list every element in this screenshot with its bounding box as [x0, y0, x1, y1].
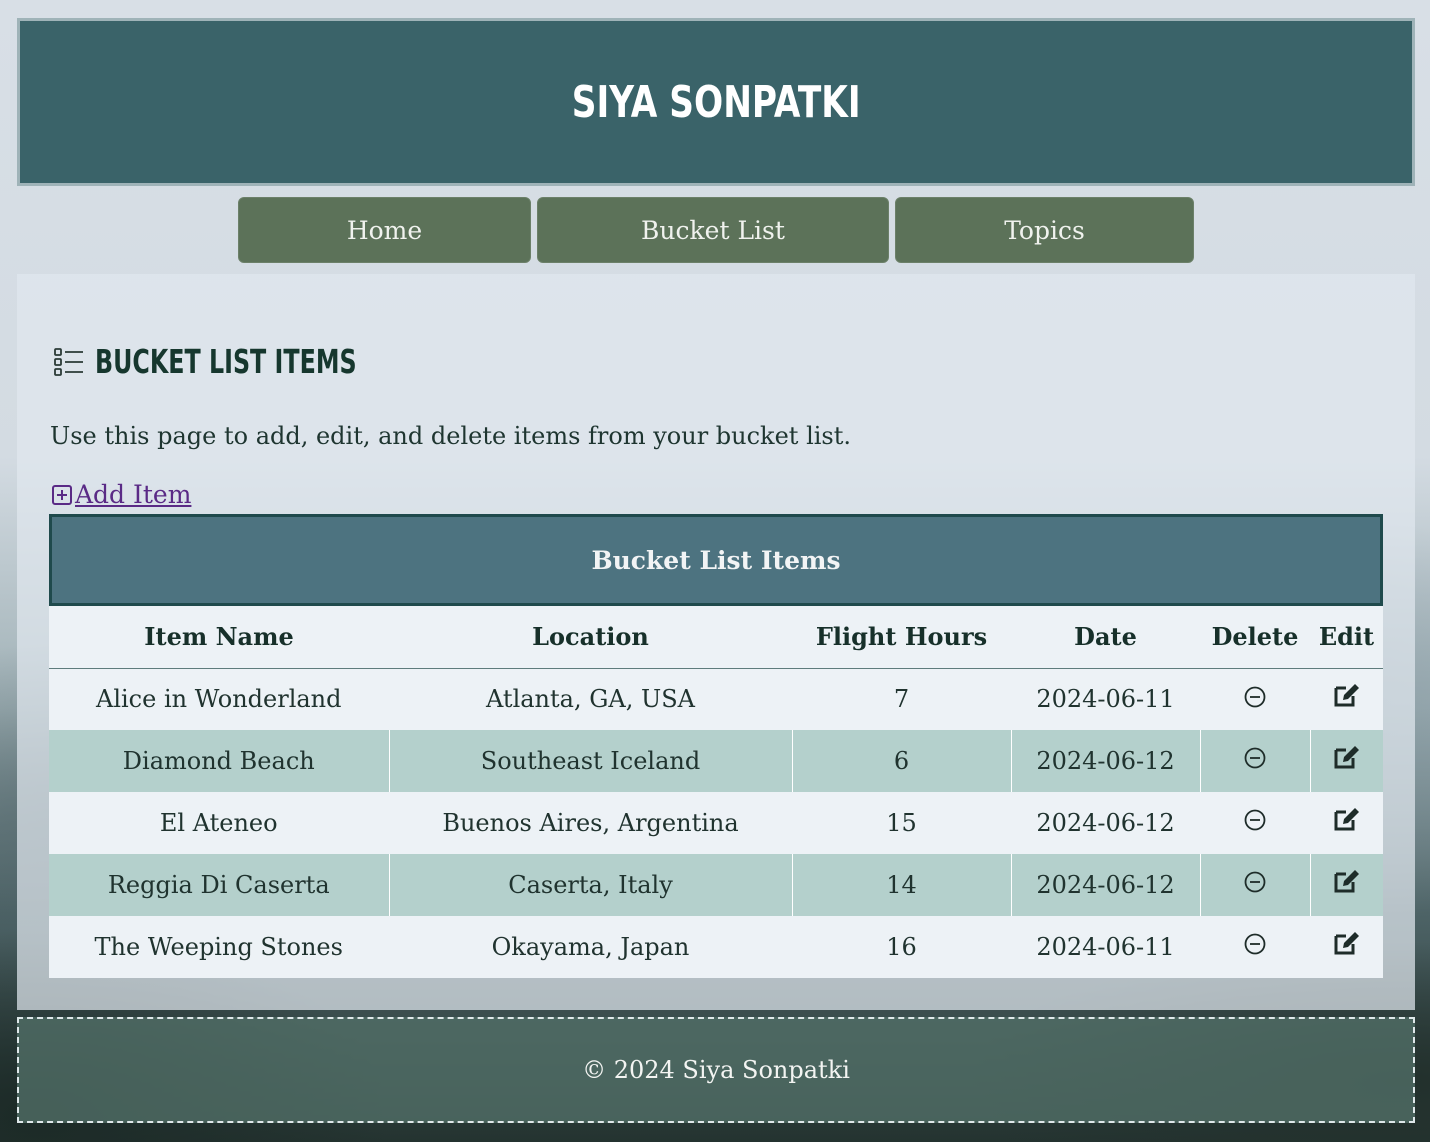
cell-item-name: Reggia Di Caserta — [49, 854, 389, 916]
cell-date: 2024-06-12 — [1010, 792, 1200, 854]
cell-delete — [1199, 668, 1310, 730]
list-icon — [54, 347, 83, 376]
cell-date: 2024-06-11 — [1010, 916, 1200, 978]
table-row: Reggia Di Caserta Caserta, Italy 14 2024… — [49, 854, 1383, 916]
cell-flight-hours: 7 — [791, 668, 1011, 730]
table-row: Alice in Wonderland Atlanta, GA, USA 7 2… — [49, 668, 1383, 730]
main-content: Bucket List Items Use this page to add, … — [17, 274, 1415, 1010]
nav-bucket-list-button[interactable]: Bucket List — [537, 197, 889, 263]
cell-delete — [1199, 792, 1310, 854]
cell-location: Caserta, Italy — [388, 854, 792, 916]
site-title: Siya Sonpatki — [571, 76, 861, 128]
minus-circle-icon[interactable] — [1243, 746, 1267, 776]
table-header-row: Item Name Location Flight Hours Date Del… — [49, 606, 1383, 669]
edit-icon[interactable] — [1333, 869, 1361, 901]
cell-flight-hours: 6 — [791, 730, 1011, 792]
minus-circle-icon[interactable] — [1243, 685, 1267, 715]
table-row: Diamond Beach Southeast Iceland 6 2024-0… — [49, 730, 1383, 792]
add-item-link[interactable]: Add Item — [51, 480, 191, 509]
cell-flight-hours: 15 — [791, 792, 1011, 854]
cell-edit — [1309, 916, 1383, 978]
cell-location: Buenos Aires, Argentina — [388, 792, 792, 854]
column-header-delete: Delete — [1200, 606, 1310, 669]
plus-square-icon — [52, 484, 72, 505]
site-header: Siya Sonpatki — [17, 18, 1415, 186]
nav-topics-button[interactable]: Topics — [895, 197, 1194, 263]
edit-icon[interactable] — [1333, 683, 1361, 715]
site-footer: © 2024 Siya Sonpatki — [17, 1017, 1415, 1123]
cell-item-name: The Weeping Stones — [49, 916, 389, 978]
page-title: Bucket List Items — [95, 342, 357, 381]
nav-home-button[interactable]: Home — [238, 197, 531, 263]
cell-delete — [1199, 730, 1310, 792]
main-nav: Home Bucket List Topics — [0, 197, 1430, 263]
cell-date: 2024-06-12 — [1010, 854, 1200, 916]
cell-edit — [1309, 854, 1383, 916]
column-header-date: Date — [1011, 606, 1200, 669]
table-row: El Ateneo Buenos Aires, Argentina 15 202… — [49, 792, 1383, 854]
cell-item-name: Alice in Wonderland — [49, 668, 389, 730]
column-header-edit: Edit — [1310, 606, 1383, 669]
table-row: The Weeping Stones Okayama, Japan 16 202… — [49, 916, 1383, 978]
cell-location: Okayama, Japan — [388, 916, 792, 978]
cell-location: Atlanta, GA, USA — [388, 668, 792, 730]
cell-delete — [1199, 854, 1310, 916]
column-header-flight-hours: Flight Hours — [792, 606, 1011, 669]
cell-edit — [1309, 792, 1383, 854]
cell-edit — [1309, 668, 1383, 730]
cell-flight-hours: 16 — [791, 916, 1011, 978]
edit-icon[interactable] — [1333, 807, 1361, 839]
column-header-item-name: Item Name — [49, 606, 389, 669]
add-item-label: Add Item — [75, 480, 192, 509]
cell-date: 2024-06-11 — [1010, 668, 1200, 730]
bucket-list-table: Item Name Location Flight Hours Date Del… — [49, 606, 1383, 978]
edit-icon[interactable] — [1333, 745, 1361, 777]
cell-delete — [1199, 916, 1310, 978]
footer-copyright: © 2024 Siya Sonpatki — [582, 1056, 850, 1084]
cell-item-name: El Ateneo — [49, 792, 389, 854]
cell-date: 2024-06-12 — [1010, 730, 1200, 792]
minus-circle-icon[interactable] — [1243, 808, 1267, 838]
edit-icon[interactable] — [1333, 931, 1361, 963]
cell-location: Southeast Iceland — [388, 730, 792, 792]
cell-flight-hours: 14 — [791, 854, 1011, 916]
minus-circle-icon[interactable] — [1243, 870, 1267, 900]
page-intro: Use this page to add, edit, and delete i… — [50, 422, 852, 450]
table-caption: Bucket List Items — [49, 514, 1383, 606]
column-header-location: Location — [389, 606, 792, 669]
minus-circle-icon[interactable] — [1243, 932, 1267, 962]
cell-item-name: Diamond Beach — [49, 730, 389, 792]
page-heading-row: Bucket List Items — [53, 342, 458, 381]
cell-edit — [1309, 730, 1383, 792]
bucket-list-table-wrapper: Bucket List Items Item Name Location Fli… — [49, 514, 1383, 978]
